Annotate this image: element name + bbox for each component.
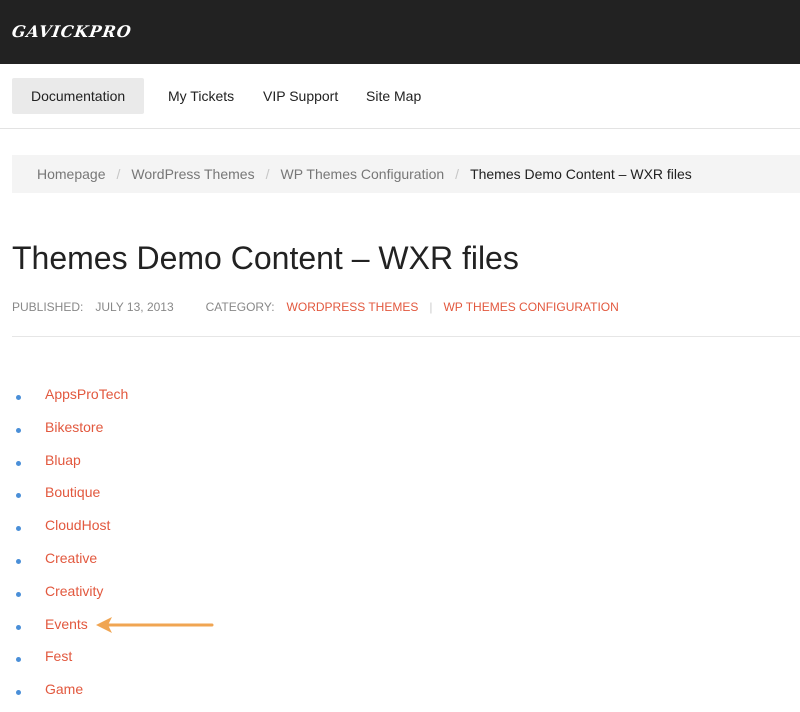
bullet-icon [16, 460, 21, 466]
top-bar: GAVICKPRO [0, 0, 800, 64]
bullet-icon [16, 493, 21, 499]
main-nav: Documentation My Tickets VIP Support Sit… [0, 64, 800, 129]
annotation-arrow-icon [96, 617, 214, 633]
bullet-icon [16, 657, 21, 663]
theme-link-boutique[interactable]: Boutique [45, 484, 100, 500]
bullet-icon [16, 624, 21, 630]
category-link-wordpress-themes[interactable]: WORDPRESS THEMES [287, 300, 419, 314]
nav-site-map[interactable]: Site Map [366, 78, 421, 114]
theme-link-creative[interactable]: Creative [45, 550, 97, 566]
theme-link-cloudhost[interactable]: CloudHost [45, 517, 110, 533]
breadcrumb: Homepage / WordPress Themes / WP Themes Conf… [12, 155, 800, 193]
breadcrumb-separator: / [265, 166, 270, 182]
theme-link-bikestore[interactable]: Bikestore [45, 419, 103, 435]
nav-vip-support[interactable]: VIP Support [263, 78, 338, 114]
bullet-icon [16, 427, 21, 433]
theme-link-game[interactable]: Game [45, 681, 83, 697]
category-label: CATEGORY: [205, 300, 275, 314]
breadcrumb-wordpress-themes[interactable]: WordPress Themes [131, 166, 254, 182]
category-separator: | [429, 300, 433, 314]
bullet-icon [16, 395, 21, 400]
gavickpro-logo[interactable]: GAVICKPRO [11, 22, 133, 41]
breadcrumb-wp-themes-configuration[interactable]: WP Themes Configuration [280, 166, 444, 182]
theme-link-appsprotech[interactable]: AppsProTech [45, 386, 128, 402]
nav-documentation[interactable]: Documentation [12, 78, 145, 114]
theme-link-creativity[interactable]: Creativity [45, 583, 103, 599]
bullet-icon [16, 526, 21, 532]
breadcrumb-current: Themes Demo Content – WXR files [470, 166, 692, 182]
published-label: PUBLISHED: [12, 300, 84, 314]
theme-link-bluap[interactable]: Bluap [45, 452, 81, 468]
breadcrumb-separator: / [455, 166, 460, 182]
breadcrumb-separator: / [116, 166, 121, 182]
category-link-wp-themes-configuration[interactable]: WP THEMES CONFIGURATION [443, 300, 618, 314]
page-title: Themes Demo Content – WXR files [12, 240, 519, 276]
divider [12, 336, 800, 337]
theme-link-events[interactable]: Events [45, 616, 88, 632]
theme-link-fest[interactable]: Fest [45, 648, 72, 664]
nav-my-tickets[interactable]: My Tickets [168, 78, 234, 114]
article-meta: PUBLISHED: JULY 13, 2013 CATEGORY: WORDPRES… [12, 300, 619, 314]
bullet-icon [16, 690, 21, 696]
published-date: JULY 13, 2013 [95, 300, 174, 314]
breadcrumb-homepage[interactable]: Homepage [37, 166, 106, 182]
bullet-icon [16, 558, 21, 564]
bullet-icon [16, 591, 21, 597]
